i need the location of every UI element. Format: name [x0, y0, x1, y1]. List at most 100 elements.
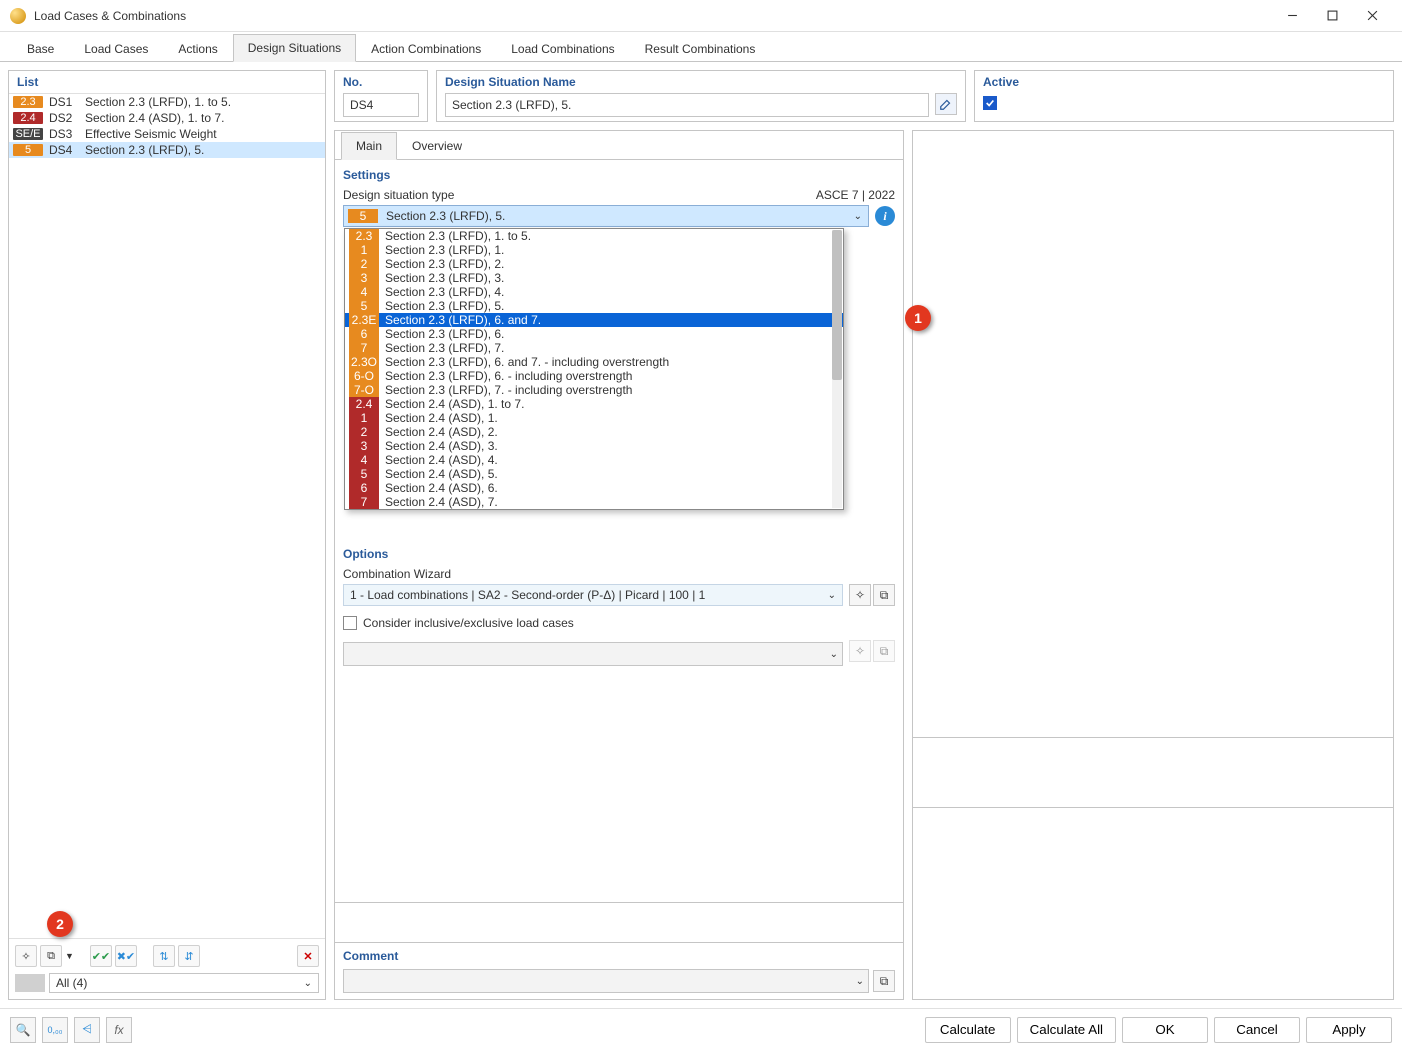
filter-select[interactable]: All (4) ⌄ — [49, 973, 319, 993]
consider-new-button: ✧ — [849, 640, 871, 662]
option-text: Section 2.4 (ASD), 5. — [385, 467, 498, 481]
option-text: Section 2.3 (LRFD), 6. — [385, 327, 504, 341]
copy-button[interactable]: ⧉ — [40, 945, 62, 967]
footer: 🔍 0,₀₀ ⩤ fx Calculate Calculate All OK C… — [0, 1008, 1402, 1050]
dropdown-option[interactable]: 1Section 2.3 (LRFD), 1. — [345, 243, 843, 257]
tab-result-combinations[interactable]: Result Combinations — [630, 35, 771, 62]
footer-search-button[interactable]: 🔍 — [10, 1017, 36, 1043]
tab-base[interactable]: Base — [12, 35, 69, 62]
badge-icon: SE/E — [13, 128, 43, 140]
dropdown-option[interactable]: 2.4Section 2.4 (ASD), 1. to 7. — [345, 397, 843, 411]
dropdown-option[interactable]: 5Section 2.3 (LRFD), 5. — [345, 299, 843, 313]
new-button[interactable]: ✧ — [15, 945, 37, 967]
dropdown-option[interactable]: 2.3OSection 2.3 (LRFD), 6. and 7. - incl… — [345, 355, 843, 369]
list-item[interactable]: 2.4DS2Section 2.4 (ASD), 1. to 7. — [9, 110, 325, 126]
dropdown-option[interactable]: 3Section 2.3 (LRFD), 3. — [345, 271, 843, 285]
footer-units-button[interactable]: 0,₀₀ — [42, 1017, 68, 1043]
maximize-button[interactable] — [1312, 1, 1352, 31]
combination-wizard-select[interactable]: 1 - Load combinations | SA2 - Second-ord… — [343, 584, 843, 606]
comment-input[interactable]: ⌄ — [343, 969, 869, 993]
badge-icon: 4 — [349, 453, 379, 467]
dropdown-option[interactable]: 2Section 2.3 (LRFD), 2. — [345, 257, 843, 271]
option-text: Section 2.3 (LRFD), 7. - including overs… — [385, 383, 632, 397]
subtab-overview[interactable]: Overview — [397, 132, 477, 160]
dropdown-option[interactable]: 5Section 2.4 (ASD), 5. — [345, 467, 843, 481]
filter-value: All (4) — [56, 976, 87, 990]
dropdown-option[interactable]: 7Section 2.4 (ASD), 7. — [345, 495, 843, 509]
badge-icon: 4 — [349, 285, 379, 299]
option-text: Section 2.3 (LRFD), 5. — [385, 299, 504, 313]
dropdown-option[interactable]: 6Section 2.3 (LRFD), 6. — [345, 327, 843, 341]
tab-action-combinations[interactable]: Action Combinations — [356, 35, 496, 62]
footer-tree-button[interactable]: ⩤ — [74, 1017, 100, 1043]
tab-load-combinations[interactable]: Load Combinations — [496, 35, 629, 62]
wizard-label: Combination Wizard — [343, 567, 895, 584]
dropdown-option[interactable]: 7-OSection 2.3 (LRFD), 7. - including ov… — [345, 383, 843, 397]
item-id: DS1 — [49, 95, 79, 109]
dst-dropdown[interactable]: 2.3Section 2.3 (LRFD), 1. to 5.1Section … — [344, 228, 844, 510]
scrollbar-thumb[interactable] — [832, 230, 842, 380]
dropdown-option[interactable]: 2.3ESection 2.3 (LRFD), 6. and 7. — [345, 313, 843, 327]
dropdown-option[interactable]: 6-OSection 2.3 (LRFD), 6. - including ov… — [345, 369, 843, 383]
tab-actions[interactable]: Actions — [163, 35, 232, 62]
list-item[interactable]: 5DS4Section 2.3 (LRFD), 5. — [9, 142, 325, 158]
dropdown-option[interactable]: 6Section 2.4 (ASD), 6. — [345, 481, 843, 495]
badge-icon: 2.3 — [13, 96, 43, 108]
check-button[interactable]: ✔✔ — [90, 945, 112, 967]
delete-button[interactable]: ✕ — [297, 945, 319, 967]
chevron-down-icon: ⌄ — [304, 978, 312, 989]
subtab-main[interactable]: Main — [341, 132, 397, 160]
wizard-new-button[interactable]: ✧ — [849, 584, 871, 606]
option-text: Section 2.4 (ASD), 6. — [385, 481, 498, 495]
list-item[interactable]: 2.3DS1Section 2.3 (LRFD), 1. to 5. — [9, 94, 325, 110]
edit-name-button[interactable] — [935, 93, 957, 115]
dst-standard: ASCE 7 | 2022 — [816, 188, 895, 205]
option-text: Section 2.4 (ASD), 7. — [385, 495, 498, 509]
badge-icon: 2.3O — [349, 355, 379, 369]
dropdown-option[interactable]: 1Section 2.4 (ASD), 1. — [345, 411, 843, 425]
list-item[interactable]: SE/EDS3Effective Seismic Weight — [9, 126, 325, 142]
sort-button-1[interactable]: ⇅ — [153, 945, 175, 967]
settings-title: Settings — [343, 168, 895, 182]
uncheck-button[interactable]: ✖✔ — [115, 945, 137, 967]
options-title: Options — [343, 547, 895, 561]
tab-design-situations[interactable]: Design Situations — [233, 34, 356, 62]
window-title: Load Cases & Combinations — [34, 9, 1272, 23]
ok-button[interactable]: OK — [1122, 1017, 1208, 1043]
no-value[interactable]: DS4 — [343, 93, 419, 117]
dst-label: Design situation type — [343, 188, 454, 205]
dropdown-option[interactable]: 7Section 2.3 (LRFD), 7. — [345, 341, 843, 355]
wizard-edit-button[interactable]: ⧉ — [873, 584, 895, 606]
calculate-button[interactable]: Calculate — [925, 1017, 1011, 1043]
consider-checkbox[interactable] — [343, 616, 357, 630]
list-title: List — [9, 71, 325, 94]
comment-edit-button[interactable]: ⧉ — [873, 970, 895, 992]
active-checkbox[interactable] — [983, 96, 997, 110]
calculate-all-button[interactable]: Calculate All — [1017, 1017, 1116, 1043]
dropdown-option[interactable]: 4Section 2.4 (ASD), 4. — [345, 453, 843, 467]
chevron-down-icon: ⌄ — [828, 590, 836, 601]
option-text: Section 2.3 (LRFD), 3. — [385, 271, 504, 285]
option-text: Section 2.4 (ASD), 3. — [385, 439, 498, 453]
apply-button[interactable]: Apply — [1306, 1017, 1392, 1043]
item-name: Effective Seismic Weight — [85, 127, 321, 141]
close-button[interactable] — [1352, 1, 1392, 31]
dropdown-option[interactable]: 4Section 2.3 (LRFD), 4. — [345, 285, 843, 299]
minimize-button[interactable] — [1272, 1, 1312, 31]
option-text: Section 2.4 (ASD), 1. to 7. — [385, 397, 524, 411]
dropdown-option[interactable]: 2Section 2.4 (ASD), 2. — [345, 425, 843, 439]
name-label: Design Situation Name — [445, 75, 957, 93]
tab-load-cases[interactable]: Load Cases — [69, 35, 163, 62]
cancel-button[interactable]: Cancel — [1214, 1017, 1300, 1043]
badge-icon: 2.3E — [349, 313, 379, 327]
footer-script-button[interactable]: fx — [106, 1017, 132, 1043]
dropdown-option[interactable]: 2.3Section 2.3 (LRFD), 1. to 5. — [345, 229, 843, 243]
dst-select[interactable]: 5 Section 2.3 (LRFD), 5. ⌄ 2.3Section 2.… — [343, 205, 869, 227]
name-value[interactable]: Section 2.3 (LRFD), 5. — [445, 93, 929, 117]
app-icon — [10, 8, 26, 24]
info-button[interactable]: i — [875, 206, 895, 226]
dropdown-option[interactable]: 3Section 2.4 (ASD), 3. — [345, 439, 843, 453]
sort-button-2[interactable]: ⇵ — [178, 945, 200, 967]
badge-icon: 2 — [349, 257, 379, 271]
list-pane: List 2.3DS1Section 2.3 (LRFD), 1. to 5.2… — [8, 70, 326, 1000]
